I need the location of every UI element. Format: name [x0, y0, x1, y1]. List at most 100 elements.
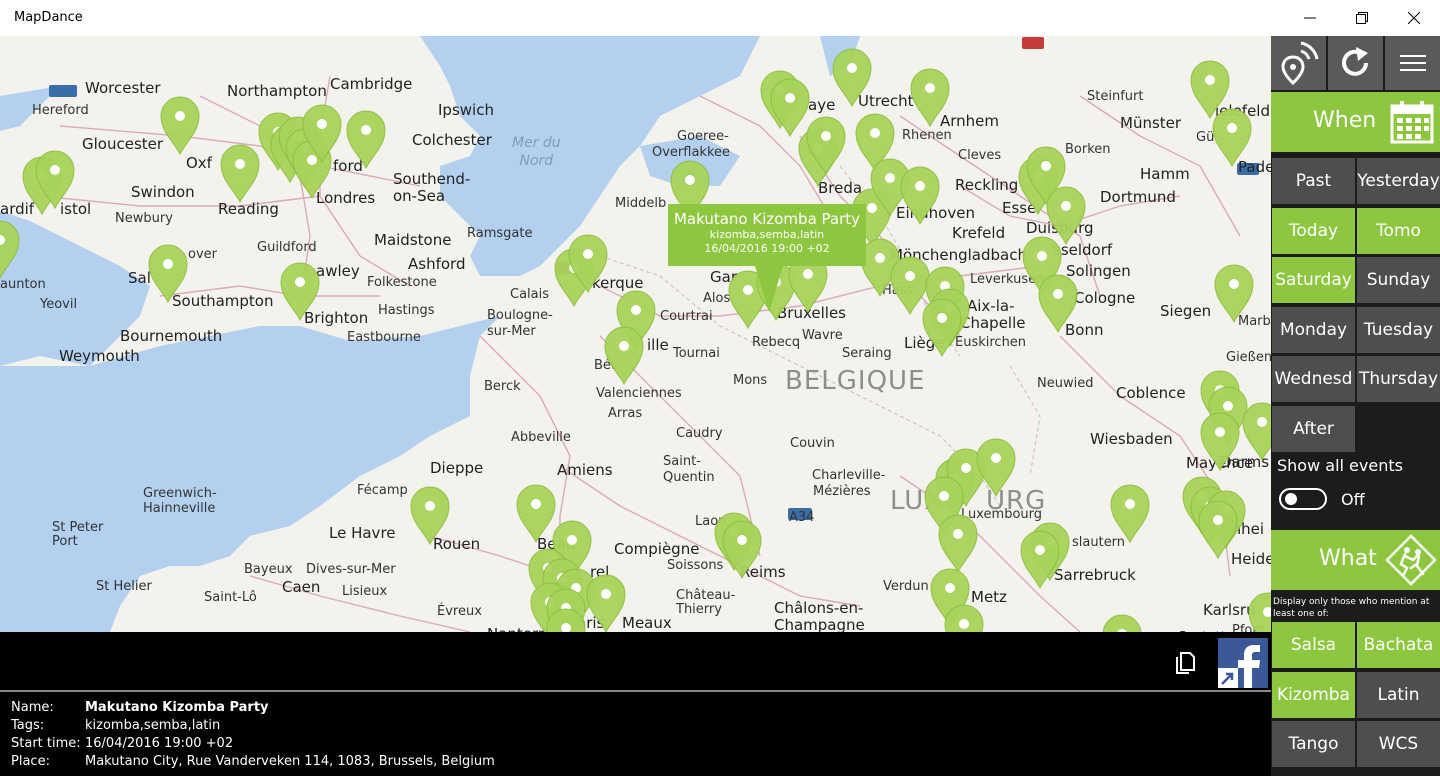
city-label: Solingen	[1066, 262, 1131, 280]
style-button-salsa[interactable]: Salsa	[1272, 622, 1355, 668]
style-button-tango[interactable]: Tango	[1272, 721, 1355, 767]
city-label: Bonn	[1065, 321, 1104, 339]
detail-label: Start time:	[11, 736, 81, 751]
event-details: Name: Makutano Kizomba Party Tags: kizom…	[0, 692, 1271, 776]
city-label: Rouen	[433, 535, 481, 553]
style-button-bachata[interactable]: Bachata	[1357, 622, 1440, 668]
city-label: Borken	[1065, 142, 1111, 157]
city-label: Charleville-	[812, 468, 886, 483]
city-label: Lisieux	[342, 584, 388, 599]
event-callout[interactable]: Makutano Kizomba Party kizomba,semba,lat…	[668, 204, 866, 266]
city-label: Hass	[882, 283, 914, 298]
city-label: Newbury	[115, 211, 173, 226]
day-button-sunday[interactable]: Sunday	[1357, 257, 1440, 303]
city-label: Brighton	[304, 309, 369, 327]
city-label: Marb	[1238, 314, 1271, 329]
menu-button[interactable]	[1385, 36, 1440, 90]
city-label: rel	[590, 563, 610, 581]
city-label: Breda	[818, 179, 863, 197]
city-label: slautern	[1072, 535, 1126, 550]
what-header[interactable]: What	[1271, 530, 1440, 590]
city-label: ford	[333, 157, 363, 175]
city-label: Pade	[1238, 158, 1271, 176]
city-label: Worcester	[85, 79, 161, 97]
close-button[interactable]	[1388, 0, 1440, 36]
when-header[interactable]: When	[1271, 92, 1440, 152]
day-button-thursday[interactable]: Thursday	[1357, 356, 1440, 402]
city-label: Darms	[1220, 453, 1270, 471]
city-label: Folkestone	[367, 275, 437, 290]
city-label: Le Havre	[329, 524, 396, 542]
day-button-past[interactable]: Past	[1272, 158, 1355, 204]
city-label: Goeree-	[677, 129, 729, 144]
city-label: Soissons	[667, 558, 724, 573]
copy-button[interactable]	[1172, 648, 1200, 676]
city-label: Northampton	[227, 82, 327, 100]
city-label: Liège	[904, 334, 945, 352]
location-broadcast-icon	[1280, 41, 1318, 85]
city-label: Southend-	[393, 170, 471, 188]
day-button-after[interactable]: After	[1272, 405, 1355, 452]
city-label: Yeovil	[40, 297, 78, 312]
minimize-button[interactable]	[1284, 0, 1336, 36]
style-button-wcs[interactable]: WCS	[1357, 721, 1440, 767]
city-label: Hainneville	[143, 501, 216, 516]
city-label: Boulogne-	[487, 308, 553, 323]
close-icon	[1408, 12, 1420, 24]
location-button[interactable]	[1271, 36, 1326, 90]
restore-button[interactable]	[1336, 0, 1388, 36]
city-label: Neuwied	[1037, 376, 1094, 391]
day-button-wednesd[interactable]: Wednesd	[1272, 356, 1355, 402]
city-label: Overflakkee	[652, 145, 731, 160]
city-label: Gü	[1196, 130, 1215, 145]
city-label: Greenwich-	[143, 486, 217, 501]
city-label: Saint-	[663, 454, 701, 469]
city-label: Hastings	[378, 303, 435, 318]
city-label: Cologne	[1074, 289, 1136, 307]
day-button-monday[interactable]: Monday	[1272, 306, 1355, 353]
refresh-button[interactable]	[1328, 36, 1383, 90]
city-label: Southampton	[172, 292, 274, 310]
city-label: ardif	[0, 200, 35, 218]
country-label: LUX	[890, 486, 944, 516]
toggle-knob	[1285, 493, 1297, 505]
facebook-share-button[interactable]	[1218, 638, 1268, 688]
day-button-tuesday[interactable]: Tuesday	[1357, 306, 1440, 353]
city-label: Compiègne	[614, 540, 700, 558]
city-label: Sarrebruck	[1054, 566, 1136, 584]
window-title: MapDance	[14, 10, 83, 25]
city-label: Duisburg	[1026, 219, 1094, 237]
city-label: Couvin	[790, 436, 835, 451]
city-label: Calais	[510, 287, 550, 302]
map-view[interactable]: Worcester Northampton Cambridge Hereford Ips…	[0, 36, 1271, 632]
city-label: Quentin	[663, 470, 715, 485]
city-label: Bayeux	[244, 562, 293, 577]
city-label: Saint-Lô	[204, 590, 257, 605]
day-button-yesterday[interactable]: Yesterday	[1357, 158, 1440, 204]
city-label: Chapelle	[960, 314, 1026, 332]
calendar-icon	[1390, 101, 1434, 144]
city-label: Gloucester	[82, 135, 164, 153]
country-label: BELGIQUE	[785, 366, 926, 396]
style-button-latin[interactable]: Latin	[1357, 671, 1440, 718]
city-label: Laon	[695, 514, 727, 529]
city-label: awley	[316, 262, 360, 280]
sidebar: When Past Yesterday Today Tomo Saturday Sunda…	[1271, 36, 1440, 776]
day-button-today[interactable]: Today	[1272, 207, 1355, 254]
title-bar: MapDance	[0, 0, 1440, 36]
city-label: Steinfurt	[1087, 89, 1144, 104]
city-label: Luxembourg	[961, 507, 1043, 522]
style-button-kizomba[interactable]: Kizomba	[1272, 671, 1355, 718]
callout-date: 16/04/2016 19:00 +02	[704, 242, 830, 255]
city-label: Euskirchen	[955, 335, 1027, 350]
event-tags: kizomba,semba,latin	[85, 718, 221, 733]
day-button-tomo[interactable]: Tomo	[1357, 207, 1440, 254]
city-label: Gießen	[1226, 350, 1271, 365]
day-button-saturday[interactable]: Saturday	[1272, 257, 1355, 303]
city-label: Ashford	[408, 255, 466, 273]
show-all-toggle[interactable]	[1279, 488, 1327, 510]
city-label: Berck	[484, 379, 521, 394]
city-label: istol	[60, 200, 92, 218]
city-label: Fécamp	[357, 483, 408, 498]
city-label: Coblence	[1116, 384, 1186, 402]
